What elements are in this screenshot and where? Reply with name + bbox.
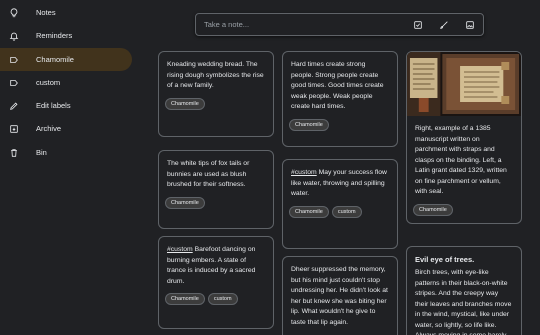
note-card[interactable]: Evil eye of trees. Birch trees, with eye… [406, 246, 522, 335]
checkbox-icon[interactable] [405, 20, 431, 30]
sidebar-item-reminders[interactable]: Reminders [0, 24, 132, 47]
sidebar-item-notes[interactable]: Notes [0, 1, 132, 24]
label-chip[interactable]: Chamomile [165, 97, 205, 110]
note-card[interactable]: Hard times create strong people. Strong … [282, 51, 398, 147]
note-card[interactable]: Right, example of a 1385 manuscript writ… [406, 51, 522, 224]
sidebar-item-chamomile[interactable]: Chamomile [0, 48, 132, 71]
label-chip[interactable]: custom [331, 205, 362, 218]
label-icon [0, 78, 28, 88]
note-text: Birch trees, with eye-like patterns in t… [415, 269, 512, 335]
sidebar-item-label: Reminders [36, 31, 73, 40]
sidebar-item-custom[interactable]: custom [0, 71, 132, 94]
note-text: The white tips of fox tails or bunnies a… [167, 160, 250, 188]
label-chip[interactable]: custom [207, 293, 238, 305]
bell-icon [0, 31, 28, 41]
label-chip[interactable]: Chamomile [289, 205, 329, 218]
label-icon [0, 55, 28, 65]
take-note-input[interactable] [196, 20, 405, 29]
sidebar-item-label: Chamomile [36, 55, 74, 64]
label-chip[interactable]: Chamomile [413, 203, 453, 216]
note-card[interactable]: The white tips of fox tails or bunnies a… [158, 150, 274, 229]
note-card[interactable]: #custom May your success flow like water… [282, 159, 398, 249]
sidebar-item-bin[interactable]: Bin [0, 141, 132, 164]
sidebar-item-edit-labels[interactable]: Edit labels [0, 94, 132, 117]
note-card[interactable]: Dheer suppressed the memory, but his min… [282, 256, 398, 335]
note-title: Evil eye of trees. [415, 255, 475, 264]
image-icon[interactable] [457, 20, 483, 30]
hashtag-link[interactable]: #custom [167, 246, 193, 253]
note-text: Kneading wedding bread. The rising dough… [167, 61, 264, 89]
sidebar-item-label: Edit labels [36, 101, 71, 110]
sidebar-item-label: Archive [36, 124, 62, 133]
pencil-icon [0, 101, 28, 111]
note-text: Hard times create strong people. Strong … [291, 61, 384, 110]
label-chip[interactable]: Chamomile [165, 196, 205, 209]
hashtag-link[interactable]: #custom [291, 169, 317, 176]
label-chip[interactable]: Chamomile [289, 118, 329, 131]
lightbulb-icon [0, 7, 28, 18]
note-card[interactable]: Kneading wedding bread. The rising dough… [158, 51, 274, 137]
sidebar-item-label: Notes [36, 8, 56, 17]
archive-icon [0, 124, 28, 134]
sidebar-item-label: Bin [36, 148, 47, 157]
label-chip[interactable]: Chamomile [165, 293, 205, 305]
take-note-bar[interactable] [195, 13, 484, 36]
manuscript-photo [407, 52, 521, 116]
trash-icon [0, 148, 28, 158]
note-card[interactable]: #custom Barefoot dancing on burning embe… [158, 236, 274, 329]
sidebar-item-archive[interactable]: Archive [0, 117, 132, 140]
sidebar: Notes Reminders Chamomile custom Edit la… [0, 0, 140, 335]
note-text: Dheer suppressed the memory, but his min… [291, 266, 388, 326]
sidebar-item-label: custom [36, 78, 61, 87]
note-text: Right, example of a 1385 manuscript writ… [415, 125, 507, 195]
brush-icon[interactable] [431, 20, 457, 30]
